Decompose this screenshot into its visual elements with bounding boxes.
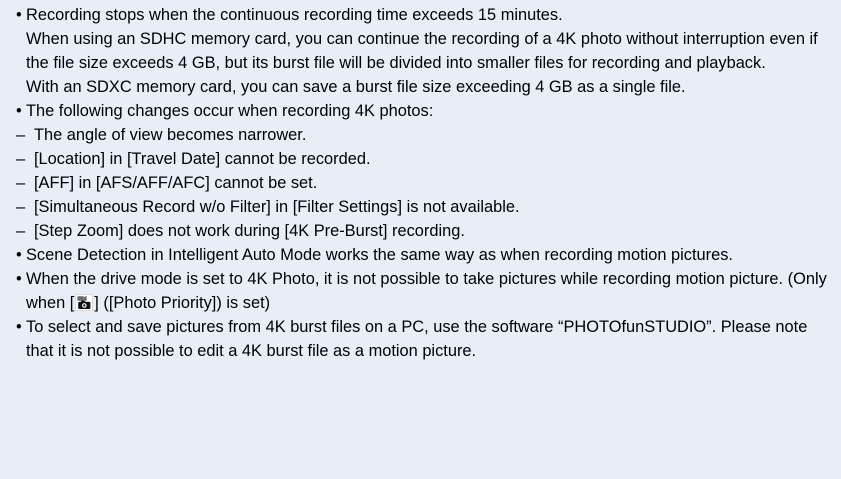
software-text: To select and save pictures from 4K burs… (26, 318, 808, 360)
bullet-marker: • (16, 102, 22, 120)
changes-list: – The angle of view becomes narrower. – [L… (16, 123, 833, 243)
change-item: – [Simultaneous Record w/o Filter] in [Fi… (16, 195, 833, 219)
change-item-text: [Simultaneous Record w/o Filter] in [Fil… (34, 198, 520, 216)
bullet-marker: • (16, 246, 22, 264)
drive-mode-text-after: ] ([Photo Priority]) is set) (94, 294, 271, 312)
bullet-scene-detection: • Scene Detection in Intelligent Auto Mo… (16, 243, 833, 267)
bullet-recording-limit: • Recording stops when the continuous re… (16, 3, 833, 99)
change-item-text: [AFF] in [AFS/AFF/AFC] cannot be set. (34, 174, 318, 192)
drive-mode-text: When the drive mode is set to 4K Photo, … (26, 267, 833, 315)
recording-limit-text: Recording stops when the continuous reco… (26, 6, 563, 24)
dash-marker: – (16, 150, 26, 168)
bullet-changes: • The following changes occur when recor… (16, 99, 833, 243)
change-item-text: [Step Zoom] does not work during [4K Pre… (34, 222, 465, 240)
dash-marker: – (16, 198, 26, 216)
dash-marker: – (16, 126, 26, 144)
bullet-marker: • (16, 6, 22, 24)
notes-section: • Recording stops when the continuous re… (0, 0, 841, 479)
change-item: – [Step Zoom] does not work during [4K Pr… (16, 219, 833, 243)
bullet-software: • To select and save pictures from 4K bu… (16, 315, 833, 363)
bullet-drive-mode: • When the drive mode is set to 4K Photo… (16, 267, 833, 315)
movie-camera-photo-priority-icon (75, 294, 94, 311)
sdxc-card-note: With an SDXC memory card, you can save a… (26, 78, 686, 96)
scene-detection-text: Scene Detection in Intelligent Auto Mode… (26, 246, 733, 264)
bullet-marker: • (16, 318, 22, 336)
change-item-text: The angle of view becomes narrower. (34, 126, 307, 144)
change-item: – The angle of view becomes narrower. (16, 123, 833, 147)
sdhc-card-note: When using an SDHC memory card, you can … (26, 30, 818, 72)
bullet-marker: • (16, 270, 22, 288)
dash-marker: – (16, 174, 26, 192)
dash-marker: – (16, 222, 26, 240)
change-item-text: [Location] in [Travel Date] cannot be re… (34, 150, 371, 168)
change-item: – [Location] in [Travel Date] cannot be r… (16, 147, 833, 171)
change-item: – [AFF] in [AFS/AFF/AFC] cannot be set. (16, 171, 833, 195)
changes-lead-text: The following changes occur when recordi… (26, 102, 434, 120)
